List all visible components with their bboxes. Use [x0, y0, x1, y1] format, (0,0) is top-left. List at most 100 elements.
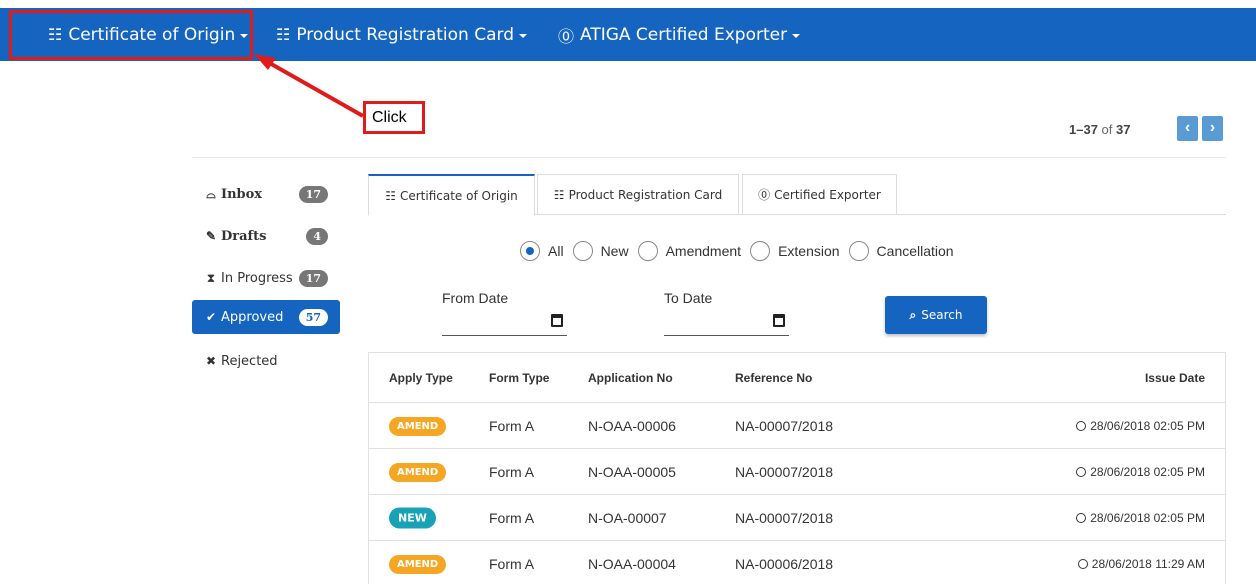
pager-info: 1–37 of 37: [1069, 122, 1130, 137]
pager-total: 37: [1116, 122, 1131, 137]
form-type: Form A: [489, 417, 535, 434]
top-strip: [0, 0, 1256, 8]
table-row[interactable]: AMEND Form A N-OAA-00006 NA-00007/2018 2…: [369, 403, 1225, 449]
caret-down-icon: [518, 34, 527, 38]
radio-label: New: [600, 243, 629, 259]
pager-range: 1–37: [1069, 122, 1098, 137]
apply-type-badge: AMEND: [389, 462, 447, 482]
sidebar-item-label: Rejected: [221, 353, 278, 369]
highlight-box: [9, 10, 253, 60]
issue-date: 28/06/2018 02:05 PM: [1090, 418, 1205, 433]
sidebar-item-label: Inbox: [221, 186, 263, 202]
sidebar-item-in-progress[interactable]: ⧗ In Progress 17: [192, 261, 340, 295]
to-date-input[interactable]: [664, 310, 789, 336]
application-no: N-OAA-00004: [588, 555, 676, 572]
application-no: N-OAA-00006: [588, 417, 676, 434]
header-apply-type[interactable]: Apply Type: [389, 371, 453, 385]
reference-no: NA-00006/2018: [735, 555, 834, 572]
previous-page-button[interactable]: ‹: [1177, 116, 1198, 141]
calendar-icon[interactable]: [773, 314, 785, 327]
issue-date: 28/06/2018 11:29 AM: [1091, 556, 1205, 571]
edit-icon: ✎: [205, 229, 217, 243]
radio-label: Extension: [778, 243, 840, 259]
apply-type-badge: AMEND: [389, 416, 447, 436]
sidebar-item-drafts[interactable]: ✎ Drafts 4: [192, 219, 340, 253]
reference-no: NA-00007/2018: [735, 417, 834, 434]
issue-date: 28/06/2018 02:05 PM: [1090, 464, 1205, 479]
clock-icon: [1076, 466, 1087, 477]
radio-label: Cancellation: [876, 243, 954, 259]
sidebar-item-approved[interactable]: ✔ Approved 57: [192, 300, 340, 334]
count-badge: 4: [306, 227, 328, 245]
tab-label: Certified Exporter: [774, 187, 881, 202]
clock-icon: [1076, 420, 1087, 431]
certificate-icon: ☷: [385, 188, 396, 203]
header-application-no[interactable]: Application No: [588, 371, 673, 385]
form-type: Form A: [489, 509, 535, 526]
radio-cancellation[interactable]: [848, 241, 869, 261]
radio-label: Amendment: [665, 243, 742, 259]
radio-new[interactable]: [572, 241, 593, 261]
nav-label: ATIGA Certified Exporter: [580, 24, 788, 45]
tab-label: Certificate of Origin: [399, 188, 518, 203]
header-form-type[interactable]: Form Type: [489, 371, 549, 385]
clock-icon: [1077, 558, 1088, 569]
table-row[interactable]: AMEND Form A N-OAA-00004 NA-00006/2018 2…: [369, 541, 1225, 584]
search-label: Search: [921, 308, 963, 322]
tab-label: Product Registration Card: [568, 187, 723, 202]
applications-table: Apply Type Form Type Application No Refe…: [368, 352, 1226, 584]
times-circle-icon: ✖: [205, 354, 217, 368]
sidebar-item-inbox[interactable]: ⌓ Inbox 17: [192, 177, 340, 211]
header-issue-date[interactable]: Issue Date: [1145, 371, 1205, 385]
reference-no: NA-00007/2018: [735, 509, 834, 526]
pager-of: of: [1101, 122, 1113, 137]
sidebar-item-label: Drafts: [221, 228, 267, 244]
count-badge: 17: [298, 269, 328, 287]
hourglass-icon: ⧗: [206, 270, 216, 285]
tab-certificate-of-origin[interactable]: ☷ Certificate of Origin: [368, 174, 535, 216]
count-badge: 17: [298, 185, 328, 203]
apply-type-filter: All New Amendment Extension Cancellation: [520, 241, 963, 261]
application-no: N-OAA-00005: [588, 463, 676, 480]
form-type: Form A: [489, 555, 535, 572]
calendar-icon[interactable]: [551, 314, 563, 327]
apply-type-badge: NEW: [389, 507, 436, 528]
search-button[interactable]: ⌕ Search: [885, 296, 987, 334]
caret-down-icon: [792, 34, 801, 38]
application-no: N-OA-00007: [588, 509, 667, 526]
registration-card-icon: ☷: [276, 25, 291, 44]
clock-icon: [1076, 512, 1087, 523]
form-type: Form A: [489, 463, 535, 480]
table-header: Apply Type Form Type Application No Refe…: [369, 353, 1225, 403]
inbox-icon: ⌓: [206, 186, 216, 201]
click-annotation: Click: [363, 101, 425, 134]
table-row[interactable]: AMEND Form A N-OAA-00005 NA-00007/2018 2…: [369, 449, 1225, 495]
apply-type-badge: AMEND: [389, 554, 447, 574]
annotation-arrow: [254, 54, 364, 118]
sidebar-item-rejected[interactable]: ✖ Rejected: [192, 344, 340, 378]
table-row[interactable]: NEW Form A N-OA-00007 NA-00007/2018 28/0…: [369, 495, 1225, 541]
nav-atiga-certified-exporter[interactable]: ⓪ ATIGA Certified Exporter: [558, 8, 801, 61]
tab-certified-exporter[interactable]: ⓪ Certified Exporter: [742, 174, 897, 215]
certified-exporter-icon: ⓪: [558, 26, 575, 46]
from-date-input[interactable]: [442, 310, 567, 336]
divider: [192, 157, 1226, 158]
certified-exporter-icon: ⓪: [758, 188, 771, 202]
sidebar-item-label: In Progress: [221, 270, 293, 286]
tab-product-registration-card[interactable]: ☷ Product Registration Card: [537, 174, 739, 215]
radio-all[interactable]: [520, 241, 540, 261]
chevron-right-icon: ›: [1209, 119, 1216, 136]
nav-label: Product Registration Card: [296, 24, 514, 45]
radio-extension[interactable]: [750, 241, 771, 261]
check-circle-icon: ✔: [205, 310, 217, 324]
reference-no: NA-00007/2018: [735, 463, 834, 480]
issue-date: 28/06/2018 02:05 PM: [1090, 510, 1205, 525]
radio-amendment[interactable]: [637, 241, 658, 261]
header-reference-no[interactable]: Reference No: [735, 371, 812, 385]
chevron-left-icon: ‹: [1184, 119, 1191, 136]
next-page-button[interactable]: ›: [1202, 116, 1223, 141]
sidebar-item-label: Approved: [221, 309, 284, 325]
registration-card-icon: ☷: [553, 187, 565, 202]
count-badge: 57: [298, 308, 328, 326]
radio-label: All: [548, 243, 564, 259]
